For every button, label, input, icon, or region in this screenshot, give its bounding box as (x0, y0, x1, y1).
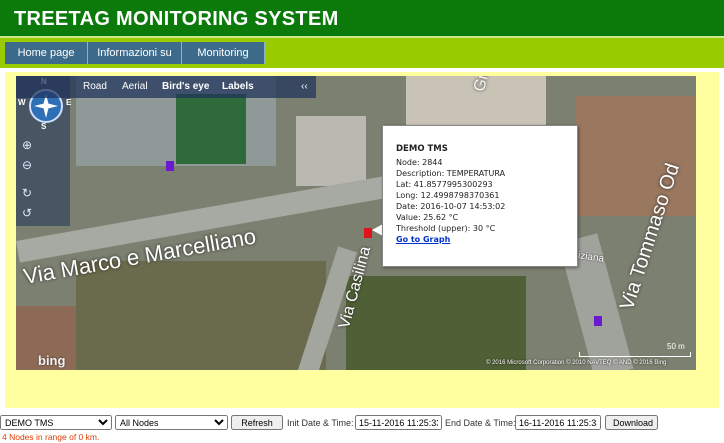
go-to-graph-link[interactable]: Go to Graph (396, 235, 450, 244)
map-mode-road[interactable]: Road (83, 81, 107, 92)
node-marker[interactable] (166, 161, 174, 171)
popup-title: DEMO TMS (396, 144, 448, 154)
map-building (296, 116, 366, 186)
zoom-in-icon[interactable]: ⊕ (22, 138, 32, 152)
download-button[interactable]: Download (605, 415, 658, 430)
init-date-input[interactable] (355, 415, 442, 430)
compass-e: E (66, 98, 72, 107)
nav-monitoring[interactable]: Monitoring (182, 42, 265, 64)
scale-bar (579, 352, 691, 357)
popup-threshold: Threshold (upper): 30 °C (396, 224, 496, 233)
end-date-input[interactable] (515, 415, 601, 430)
popup-node: Node: 2844 (396, 158, 443, 167)
nav-bar: Home page Informazioni su Monitoring (0, 36, 724, 68)
map-view[interactable]: Via Marco e Marcelliano Via Tommaso Od V… (16, 76, 696, 370)
status-text: 4 Nodes in range of 0 km. (2, 432, 100, 442)
rotate-right-icon[interactable]: ↻ (22, 186, 32, 200)
scale-label: 50 m (667, 342, 685, 351)
map-nav-panel: N W E S ⊕ ⊖ ↻ ↺ (16, 76, 72, 226)
nav-home[interactable]: Home page (5, 42, 88, 64)
header-bar: TREETAG MONITORING SYSTEM (0, 0, 724, 36)
map-field (176, 94, 246, 164)
map-mode-aerial[interactable]: Aerial (122, 81, 148, 92)
nav-info[interactable]: Informazioni su (88, 42, 182, 64)
refresh-button[interactable]: Refresh (231, 415, 283, 430)
app-title: TREETAG MONITORING SYSTEM (14, 8, 339, 30)
node-info-popup: DEMO TMS Node: 2844 Description: TEMPERA… (382, 125, 578, 267)
popup-date: Date: 2016-10-07 14:53:02 (396, 202, 506, 211)
map-mode-birds-eye[interactable]: Bird's eye (162, 81, 209, 92)
bing-logo: bing (38, 353, 66, 368)
map-park (76, 261, 326, 370)
node-marker[interactable] (594, 316, 602, 326)
init-date-label: Init Date & Time: (287, 418, 354, 428)
zoom-out-icon[interactable]: ⊖ (22, 158, 32, 172)
map-labels-toggle[interactable]: Labels (222, 81, 254, 92)
popup-long: Long: 12.4998798370361 (396, 191, 500, 200)
map-building (576, 96, 696, 216)
node-marker-selected[interactable] (364, 228, 372, 238)
popup-value: Value: 25.62 °C (396, 213, 459, 222)
rotate-left-icon[interactable]: ↺ (22, 206, 32, 220)
nodes-select[interactable]: All Nodes (115, 415, 228, 430)
compass-w: W (18, 98, 26, 107)
collapse-icon[interactable]: ‹‹ (301, 81, 308, 92)
map-park (346, 276, 526, 370)
controls-bar: DEMO TMS All Nodes Refresh Init Date & T… (0, 414, 724, 432)
end-date-label: End Date & Time: (445, 418, 516, 428)
popup-lat: Lat: 41.8577995300293 (396, 180, 493, 189)
project-select[interactable]: DEMO TMS (0, 415, 112, 430)
map-copyright: © 2016 Microsoft Corporation © 2010 NAVT… (486, 360, 667, 366)
map-toolbar: Road Aerial Bird's eye Labels ‹‹ (16, 76, 316, 98)
popup-description: Description: TEMPERATURA (396, 169, 506, 178)
